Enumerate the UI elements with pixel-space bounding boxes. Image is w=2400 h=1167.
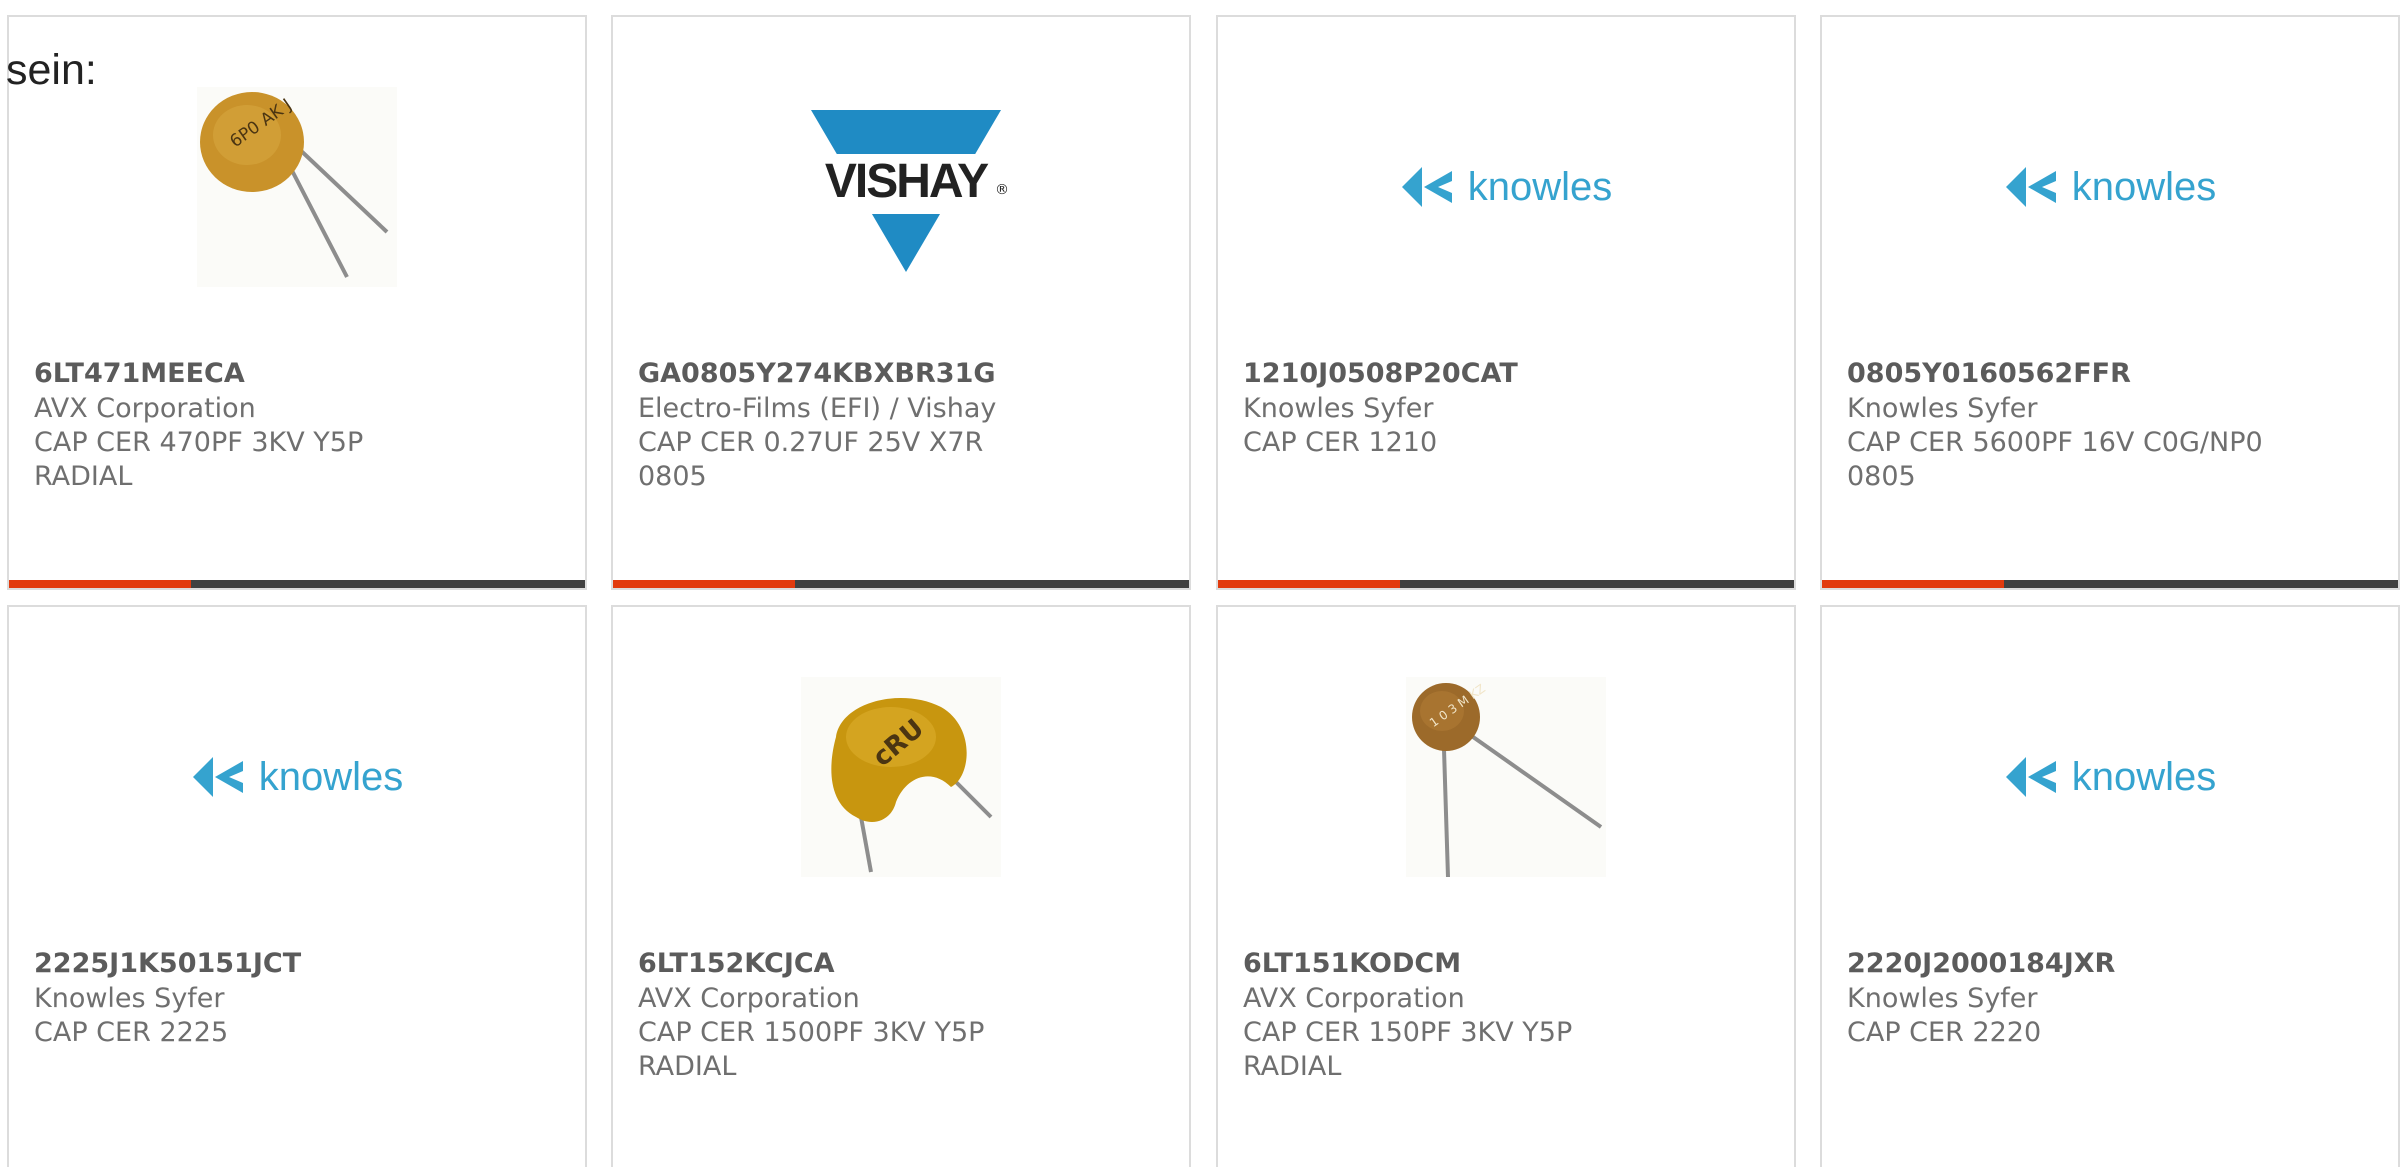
card-accent-bar [1822, 580, 2398, 588]
manufacturer-logo[interactable]: knowles [2000, 677, 2220, 877]
product-card[interactable]: VISHAY ® GA0805Y274KBXBR31G Electro-Film… [611, 15, 1191, 590]
description: CAP CER 1210 [1243, 427, 1438, 458]
part-number[interactable]: 6LT471MEECA [34, 357, 554, 391]
knowles-logo-text: knowles [2071, 754, 2217, 799]
knowles-chevron-icon [2005, 757, 2056, 797]
part-number[interactable]: 6LT151KODCM [1243, 947, 1763, 981]
knowles-logo-text: knowles [2071, 164, 2217, 209]
part-number[interactable]: 2225J1K50151JCT [34, 947, 554, 981]
knowles-logo-text: knowles [258, 754, 404, 799]
part-number[interactable]: 0805Y0160562FFR [1847, 357, 2367, 391]
description: CAP CER 2220 [1847, 1017, 2042, 1048]
manufacturer-logo[interactable]: knowles [1396, 87, 1616, 287]
knowles-logo: knowles [2004, 164, 2217, 210]
product-grid: 6P0 AK J 6LT471MEECA AVX Corporation CAP… [0, 0, 2400, 1167]
description: CAP CER 1500PF 3KV Y5P RADIAL [638, 1017, 985, 1082]
product-card[interactable]: 6P0 AK J 6LT471MEECA AVX Corporation CAP… [7, 15, 587, 590]
manufacturer-logo[interactable]: knowles [187, 677, 407, 877]
card-accent-bar [1218, 580, 1794, 588]
manufacturer: Knowles Syfer [1243, 393, 1434, 424]
description: CAP CER 470PF 3KV Y5P RADIAL [34, 427, 364, 492]
knowles-chevron-icon [1401, 167, 1452, 207]
manufacturer: AVX Corporation [1243, 983, 1465, 1014]
manufacturer: Knowles Syfer [1847, 393, 2038, 424]
manufacturer: AVX Corporation [34, 393, 256, 424]
intro-text: sein: [6, 46, 97, 94]
capacitor-image[interactable]: 1 0 3 M KZ [1406, 677, 1606, 877]
registered-mark: ® [995, 182, 1009, 198]
product-card[interactable]: 1 0 3 M KZ 6LT151KODCM AVX Corporation C… [1216, 605, 1796, 1167]
description: CAP CER 150PF 3KV Y5P RADIAL [1243, 1017, 1573, 1082]
radial-capacitor-icon: 6P0 AK J [197, 87, 397, 287]
manufacturer-logo[interactable]: VISHAY ® [801, 87, 1011, 287]
product-card[interactable]: knowles 2220J2000184JXR Knowles Syfer CA… [1820, 605, 2400, 1167]
part-number[interactable]: 2220J2000184JXR [1847, 947, 2367, 981]
description: CAP CER 5600PF 16V C0G/NP0 0805 [1847, 427, 2263, 492]
description: CAP CER 2225 [34, 1017, 229, 1048]
knowles-chevron-icon [2005, 167, 2056, 207]
capacitor-image[interactable]: cRU [801, 677, 1001, 877]
knowles-logo: knowles [191, 754, 404, 800]
card-accent-bar [9, 580, 585, 588]
knowles-logo-text: knowles [1467, 164, 1613, 209]
part-number[interactable]: GA0805Y274KBXBR31G [638, 357, 1158, 391]
knowles-logo: knowles [1400, 164, 1613, 210]
manufacturer: Knowles Syfer [34, 983, 225, 1014]
description: CAP CER 0.27UF 25V X7R 0805 [638, 427, 984, 492]
part-number[interactable]: 6LT152KCJCA [638, 947, 1158, 981]
product-card[interactable]: cRU 6LT152KCJCA AVX Corporation CAP CER … [611, 605, 1191, 1167]
manufacturer-logo[interactable]: knowles [2000, 87, 2220, 287]
manufacturer: AVX Corporation [638, 983, 860, 1014]
product-card[interactable]: knowles 0805Y0160562FFR Knowles Syfer CA… [1820, 15, 2400, 590]
product-card[interactable]: knowles 2225J1K50151JCT Knowles Syfer CA… [7, 605, 587, 1167]
card-accent-bar [613, 580, 1189, 588]
capacitor-image[interactable]: 6P0 AK J [197, 87, 397, 287]
radial-capacitor-icon: cRU [801, 677, 1001, 877]
vishay-logo-text: VISHAY [824, 155, 989, 208]
product-card[interactable]: knowles 1210J0508P20CAT Knowles Syfer CA… [1216, 15, 1796, 590]
knowles-logo: knowles [2004, 754, 2217, 800]
part-number[interactable]: 1210J0508P20CAT [1243, 357, 1763, 391]
manufacturer: Electro-Films (EFI) / Vishay [638, 393, 997, 424]
radial-capacitor-icon: 1 0 3 M KZ [1406, 677, 1606, 877]
vishay-logo-icon: VISHAY ® [801, 102, 1011, 272]
manufacturer: Knowles Syfer [1847, 983, 2038, 1014]
knowles-chevron-icon [192, 757, 243, 797]
